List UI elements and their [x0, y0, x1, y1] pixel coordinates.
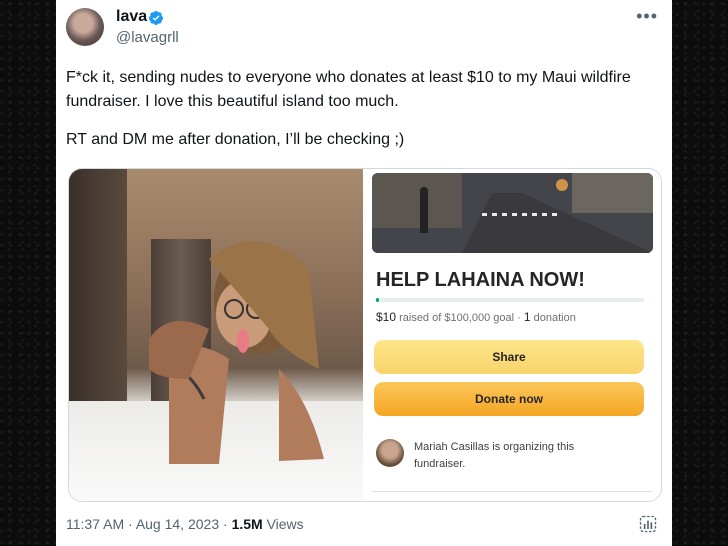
tweet-media[interactable]: HELP LAHAINA NOW! $10 raised of $100,000…	[68, 168, 662, 502]
stats-separator: ·	[517, 312, 521, 324]
more-options-icon[interactable]: •••	[636, 6, 658, 27]
fundraiser-panel: HELP LAHAINA NOW! $10 raised of $100,000…	[364, 169, 661, 501]
analytics-icon[interactable]	[638, 514, 658, 534]
tweet-text-line: RT and DM me after donation, I’ll be che…	[66, 131, 405, 148]
fundraiser-cover-image[interactable]	[372, 173, 653, 253]
tweet-card: lava @lavagrll ••• F*ck it, sending nude…	[56, 0, 672, 546]
tweet-date[interactable]: Aug 14, 2023	[136, 516, 219, 532]
donate-now-button[interactable]: Donate now	[374, 382, 644, 416]
meta-separator: ·	[223, 516, 228, 532]
fundraiser-progress-fill	[376, 298, 379, 302]
fundraiser-stats: $10 raised of $100,000 goal · 1 donation	[376, 310, 576, 324]
amount-raised: $10	[376, 310, 397, 324]
fundraiser-title[interactable]: HELP LAHAINA NOW!	[376, 269, 585, 292]
donation-count: 1	[523, 310, 531, 324]
organizer-text: Mariah Casillas is organizing this fundr…	[414, 441, 575, 470]
meta-separator: ·	[128, 516, 133, 532]
tweet-meta: 11:37 AM · Aug 14, 2023 · 1.5M Views	[66, 516, 304, 532]
photo-wall	[69, 169, 127, 409]
share-button[interactable]: Share	[374, 340, 644, 374]
tweet-text: F*ck it, sending nudes to everyone who d…	[66, 66, 656, 152]
tweet-time[interactable]: 11:37 AM	[66, 516, 124, 532]
attached-photo[interactable]	[69, 169, 363, 501]
divider	[372, 491, 652, 492]
display-name[interactable]: lava	[116, 8, 147, 26]
photo-person	[149, 241, 324, 464]
donation-label: donation	[533, 312, 576, 324]
verified-badge-icon	[149, 11, 164, 25]
goal-text: raised of $100,000 goal	[399, 312, 515, 324]
tweet-text-line: F*ck it, sending nudes to everyone who d…	[66, 69, 631, 110]
views-label[interactable]: Views	[267, 516, 304, 532]
user-handle[interactable]: @lavagrll	[116, 29, 179, 46]
organizer-avatar[interactable]	[376, 439, 404, 467]
profile-avatar[interactable]	[66, 8, 104, 46]
views-count[interactable]: 1.5M	[232, 516, 263, 532]
fundraiser-progress-bar	[376, 298, 644, 302]
